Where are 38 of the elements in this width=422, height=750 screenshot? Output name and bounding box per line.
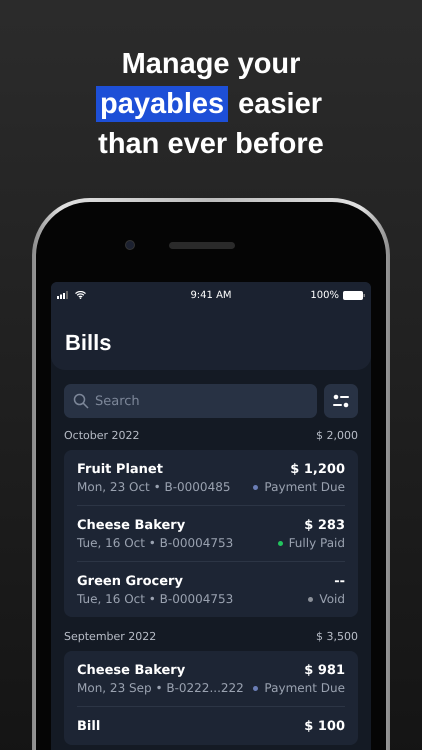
bill-details: Tue, 16 Oct • B-00004753 [77,536,234,550]
search-field[interactable]: Search [64,384,317,418]
month-label: September 2022 [64,630,156,643]
month-label: October 2022 [64,429,140,442]
headline-text: than ever before [97,127,325,162]
search-icon [73,393,89,409]
month-total: $ 3,500 [316,630,358,643]
bill-amount: $ 1,200 [290,462,345,477]
page-title: Bills [65,330,112,356]
vendor-name[interactable]: Fruit Planet [77,462,230,477]
bill-status: Fully Paid [288,536,345,550]
vendor-name[interactable]: Bill [77,719,100,734]
bill-amount: -- [334,574,345,589]
bill-details: Tue, 16 Oct • B-00004753 [77,592,234,606]
bill-amount: $ 981 [304,663,345,678]
vendor-name[interactable]: Cheese Bakery [77,518,234,533]
battery-icon [342,290,365,300]
bill-details: Mon, 23 Oct • B-0000485 [77,480,230,494]
battery-percentage: 100% [310,290,339,300]
highlighted-headline-word: payables [96,86,228,122]
bill-status: Payment Due [264,480,345,494]
filter-icon [333,394,349,408]
month-total: $ 2,000 [316,429,358,442]
speaker-grille [169,242,235,248]
wifi-icon [75,291,86,299]
status-time: 9:41 AM [190,290,232,300]
signal-icon [57,291,71,299]
headline-text: Manage your [120,47,302,82]
filter-button[interactable] [324,384,358,418]
bill-status: Payment Due [264,681,345,695]
headline-text: easier [237,87,323,122]
vendor-name[interactable]: Cheese Bakery [77,663,244,678]
camera-icon [125,240,135,250]
bill-details: Mon, 23 Sep • B-0222...222 [77,681,244,695]
bill-status: Void [319,592,345,606]
bill-amount: $ 283 [304,518,345,533]
vendor-name[interactable]: Green Grocery [77,574,234,589]
bill-amount: $ 100 [304,719,345,734]
